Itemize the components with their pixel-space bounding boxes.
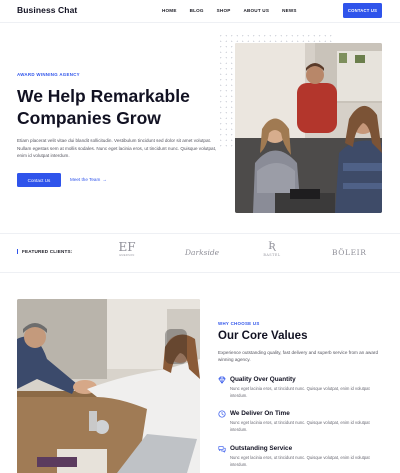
- feature-service-desc: Nunc eget lacinia eros, ut tincidunt nun…: [230, 455, 370, 467]
- nav-blog[interactable]: BLOG: [190, 8, 204, 13]
- values-eyebrow: WHY CHOOSE US: [218, 321, 260, 326]
- site-header: Business Chat HOME BLOG SHOP ABOUT US NE…: [0, 0, 400, 22]
- nav-home[interactable]: HOME: [162, 8, 177, 13]
- meet-team-label: Meet the Team: [70, 177, 101, 182]
- client-logo-bastel: Ʀ BASTEL: [262, 241, 282, 257]
- diamond-icon: [218, 376, 226, 384]
- nav-about-us[interactable]: ABOUT US: [244, 8, 270, 13]
- client-logo-bastel-text: BASTEL: [263, 253, 281, 257]
- values-title: Our Core Values: [218, 330, 308, 342]
- hero-eyebrow: AWARD WINNING AGENCY: [17, 72, 80, 77]
- handshake-photo: [17, 299, 200, 473]
- hero-contact-button[interactable]: Contact Us: [17, 173, 61, 187]
- feature-on-time-title: We Deliver On Time: [230, 410, 290, 417]
- client-logo-emerson-text: EMERSON: [119, 254, 135, 257]
- featured-clients-strip: FEATURED CLIENTS: ЕF EMERSON Darkside Ʀ …: [0, 233, 400, 273]
- brand-logo[interactable]: Business Chat: [17, 5, 77, 15]
- feature-on-time-desc: Nunc eget lacinia eros, ut tincidunt nun…: [230, 420, 370, 432]
- client-logo-emerson-mark: ЕF: [118, 240, 136, 254]
- handshake-photo-illustration: [17, 299, 200, 473]
- values-description: Experience outstanding quality, fast del…: [218, 350, 379, 363]
- contact-us-button[interactable]: CONTACT US: [343, 3, 382, 18]
- client-logo-bastel-mark: Ʀ: [268, 241, 276, 252]
- chat-icon: [218, 446, 226, 453]
- hero-description: Etiam placerat velit vitae dui blandit s…: [17, 138, 217, 159]
- client-logo-boleir: BÖLEIR: [332, 248, 367, 257]
- client-logo-emerson: ЕF EMERSON: [117, 240, 137, 258]
- hero-photo-illustration: [235, 43, 382, 213]
- meet-team-link[interactable]: Meet the Team →: [70, 177, 107, 182]
- nav-news[interactable]: NEWS: [282, 8, 297, 13]
- hero-team-photo: [235, 43, 382, 213]
- feature-quality-title: Quality Over Quantity: [230, 376, 296, 383]
- hero-title: We Help Remarkable Companies Grow: [17, 85, 217, 129]
- feature-quality-desc: Nunc eget lacinia eros, ut tincidunt nun…: [230, 386, 370, 398]
- arrow-right-icon: →: [102, 177, 107, 182]
- hero-title-line-2: Companies Grow: [17, 108, 161, 128]
- hero-title-line-1: We Help Remarkable: [17, 86, 190, 106]
- client-logo-darkside: Darkside: [185, 248, 220, 257]
- clock-icon: [218, 410, 226, 418]
- featured-clients-label: FEATURED CLIENTS:: [17, 249, 73, 254]
- nav-shop[interactable]: SHOP: [217, 8, 231, 13]
- main-nav: HOME BLOG SHOP ABOUT US NEWS: [162, 8, 310, 13]
- header-divider: [0, 22, 400, 23]
- feature-service-title: Outstanding Service: [230, 445, 293, 452]
